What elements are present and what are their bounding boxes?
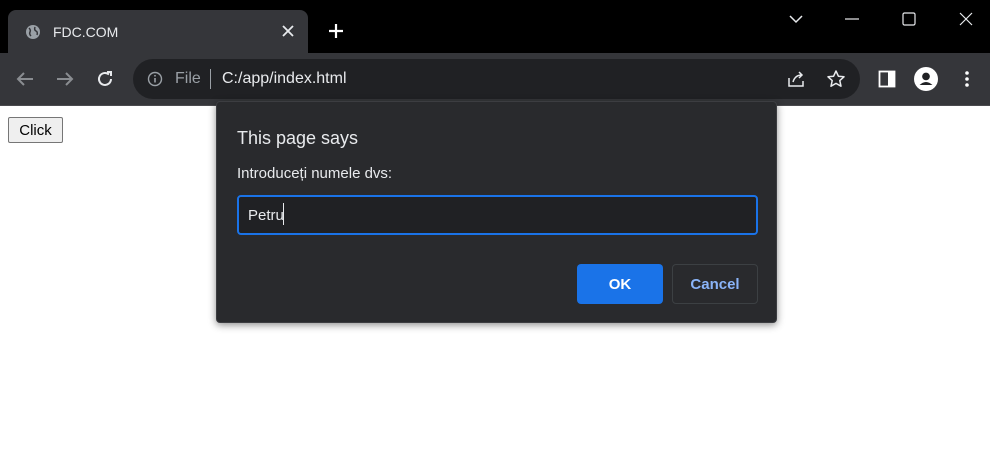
star-icon[interactable]: [826, 69, 846, 89]
reload-icon[interactable]: [93, 67, 117, 91]
name-input[interactable]: [237, 195, 758, 235]
forward-arrow-icon[interactable]: [53, 67, 77, 91]
minimize-icon[interactable]: [840, 7, 864, 31]
url-text[interactable]: C:/app/index.html: [222, 69, 347, 89]
tab-title: FDC.COM: [53, 24, 119, 40]
tab-search-chevron-down-icon[interactable]: [784, 7, 808, 31]
info-icon[interactable]: [147, 71, 163, 87]
browser-toolbar: File C:/app/index.html: [0, 53, 990, 106]
text-caret: [283, 203, 284, 225]
url-scheme-label: File: [175, 70, 201, 87]
click-button[interactable]: Click: [8, 117, 63, 143]
ok-button[interactable]: OK: [577, 264, 663, 304]
omnibox-divider: [210, 69, 211, 89]
address-bar[interactable]: File C:/app/index.html: [133, 59, 860, 99]
dialog-message: Introduceți numele dvs:: [237, 165, 393, 182]
side-panel-icon[interactable]: [875, 67, 899, 91]
new-tab-plus-icon[interactable]: [324, 19, 348, 43]
tab-close-icon[interactable]: [278, 21, 298, 41]
kebab-menu-icon[interactable]: [955, 67, 979, 91]
globe-icon: [25, 24, 41, 40]
share-icon[interactable]: [786, 69, 806, 89]
profile-avatar-icon[interactable]: [914, 67, 938, 91]
back-arrow-icon[interactable]: [13, 67, 37, 91]
browser-tab[interactable]: FDC.COM: [8, 10, 308, 53]
prompt-dialog: This page says Introduceți numele dvs: O…: [216, 101, 777, 323]
maximize-icon[interactable]: [897, 7, 921, 31]
dialog-title: This page says: [237, 128, 359, 148]
window-close-icon[interactable]: [954, 7, 978, 31]
browser-titlebar: FDC.COM: [0, 0, 990, 53]
cancel-button[interactable]: Cancel: [672, 264, 758, 304]
